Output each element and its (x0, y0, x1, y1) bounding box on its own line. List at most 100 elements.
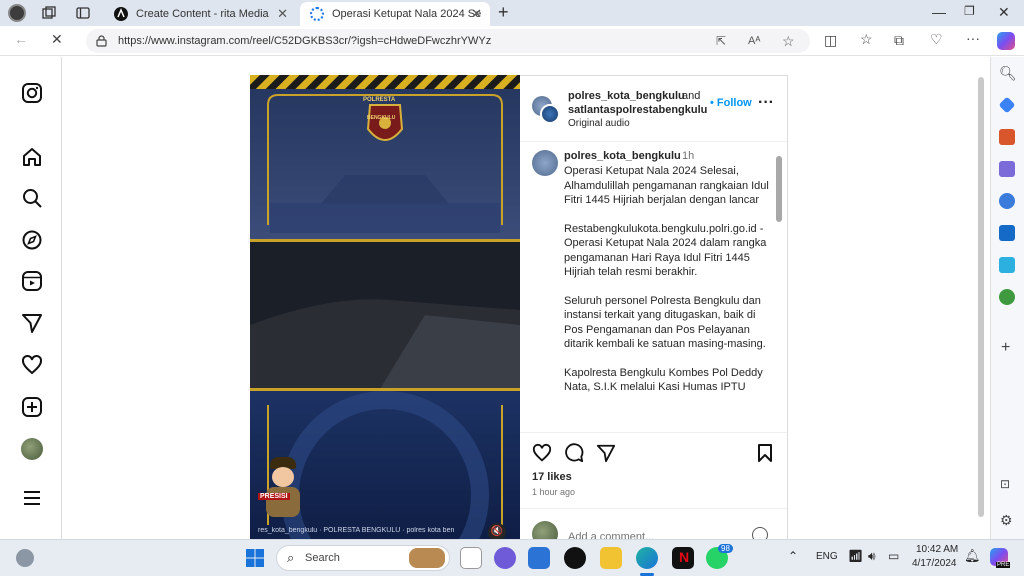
browser-essentials-icon[interactable]: ♡ (930, 31, 943, 48)
battery-icon[interactable]: ▭ (888, 549, 899, 563)
instagram-logo-icon[interactable] (21, 82, 43, 104)
close-tab-icon[interactable]: ✕ (277, 6, 288, 22)
tree-icon[interactable] (999, 289, 1015, 305)
close-tab-icon[interactable]: ✕ (471, 6, 482, 22)
profile-avatar[interactable] (21, 438, 43, 460)
tab-title: Create Content - rita Media (136, 8, 269, 20)
tab-create-content[interactable]: Create Content - rita Media ✕ (106, 2, 296, 26)
task-view-icon[interactable] (460, 547, 482, 569)
store-icon[interactable] (528, 547, 550, 569)
notifications-heart-icon[interactable] (21, 354, 43, 376)
wifi-icon[interactable]: 📶︎ (848, 549, 863, 563)
post-stage: POLRESTA BENGKULU PRESISI res_kota_bengk… (62, 57, 990, 539)
page-scrollbar[interactable] (978, 77, 984, 517)
messages-icon[interactable] (21, 312, 43, 334)
search-label: Search (305, 552, 340, 564)
profile-avatar[interactable] (8, 4, 26, 22)
tab-instagram-reel[interactable]: Operasi Ketupat Nala 2024 Seles ✕ (300, 2, 490, 26)
workspaces-icon[interactable] (42, 6, 56, 20)
like-heart-icon[interactable] (532, 443, 552, 463)
copilot-icon[interactable] (997, 32, 1015, 50)
comment-icon[interactable] (564, 443, 584, 463)
tab-bar: Create Content - rita Media ✕ Operasi Ke… (0, 0, 1024, 26)
coauthor-avatar[interactable] (540, 104, 560, 124)
search-icon[interactable]: 🔍︎ (999, 65, 1017, 82)
clock-time[interactable]: 10:42 AM (916, 544, 958, 555)
mascot-image: PRESISI (258, 453, 308, 523)
notification-bell-icon[interactable]: 🔔︎ (964, 548, 981, 564)
explore-icon[interactable] (21, 229, 43, 251)
settings-more-icon[interactable]: ··· (966, 30, 980, 46)
stop-loading-icon[interactable]: ✕ (51, 31, 63, 48)
file-explorer-icon[interactable] (600, 547, 622, 569)
and-text: and (682, 90, 701, 102)
open-in-app-icon[interactable]: ⇱ (716, 29, 726, 53)
start-windows-icon[interactable] (246, 549, 264, 567)
new-tab-icon[interactable]: + (498, 2, 509, 23)
search-icon: ⌕ (287, 550, 295, 565)
save-bookmark-icon[interactable] (756, 443, 774, 463)
caption-scrollbar[interactable] (776, 156, 782, 222)
create-post-icon[interactable] (21, 396, 43, 418)
author-name[interactable]: polres_kota_bengkulu (568, 90, 685, 102)
search-icon[interactable] (21, 187, 43, 209)
meet-icon[interactable] (494, 547, 516, 569)
site-info-icon[interactable] (96, 35, 107, 47)
restore-icon[interactable]: ❐ (964, 4, 975, 18)
minimize-icon[interactable]: — (932, 4, 946, 20)
badge-bottom-text: BENGKULU (367, 115, 396, 121)
weather-icon[interactable] (16, 549, 34, 567)
screenshot-icon[interactable]: ⊡ (1000, 477, 1010, 491)
follow-button[interactable]: • Follow (710, 97, 752, 109)
favorites-icon[interactable]: ☆ (860, 31, 873, 48)
tab-title: Operasi Ketupat Nala 2024 Seles (332, 8, 482, 20)
taskbar-search[interactable]: ⌕ Search (276, 545, 450, 571)
tag-icon[interactable] (998, 96, 1016, 114)
send-icon[interactable] (999, 257, 1015, 273)
edge-icon[interactable] (636, 547, 658, 569)
netflix-icon[interactable]: N (672, 547, 694, 569)
games-icon[interactable] (999, 161, 1015, 177)
mascot-label: PRESISI (258, 493, 290, 500)
close-window-icon[interactable]: ✕ (998, 4, 1010, 21)
caption-avatar[interactable] (532, 150, 558, 176)
more-menu-icon[interactable] (21, 487, 43, 509)
reels-icon[interactable] (21, 270, 43, 292)
tab-actions-icon[interactable] (76, 6, 90, 20)
add-app-icon[interactable]: + (1001, 339, 1010, 357)
favorite-star-icon[interactable]: ☆ (782, 29, 795, 53)
show-hidden-icons[interactable]: ⌃ (788, 549, 798, 563)
collections-icon[interactable]: ⧉ (894, 32, 904, 49)
clock-date[interactable]: 4/17/2024 (912, 558, 957, 569)
comment-bar: Add a comment... (520, 508, 787, 539)
caption-paragraph: Restabengkulukota.bengkulu.polri.go.id -… (564, 222, 767, 279)
tools-icon[interactable] (999, 129, 1015, 145)
more-options-icon[interactable]: ··· (758, 94, 774, 112)
emoji-icon[interactable] (752, 527, 768, 539)
copilot-apps-icon[interactable] (999, 193, 1015, 209)
back-icon[interactable]: ← (14, 31, 28, 47)
commenter-avatar (532, 521, 558, 539)
tiktok-icon[interactable] (564, 547, 586, 569)
url-field[interactable]: https://www.instagram.com/reel/C52DGKBS3… (86, 29, 810, 53)
audio-label[interactable]: Original audio (568, 118, 630, 129)
settings-gear-icon[interactable]: ⚙ (1000, 512, 1013, 529)
copilot-badge: PRE (996, 562, 1011, 568)
mute-icon[interactable]: 🔇 (488, 523, 506, 539)
caption-author[interactable]: polres_kota_bengkulu (564, 150, 681, 162)
share-icon[interactable] (596, 443, 616, 463)
volume-icon[interactable]: 🔊︎ (868, 549, 876, 564)
outlook-icon[interactable] (999, 225, 1015, 241)
coauthor-name[interactable]: satlantaspolrestabengkulu (568, 104, 707, 116)
comment-input[interactable]: Add a comment... (568, 531, 654, 539)
search-highlight-image (409, 548, 445, 568)
split-screen-icon[interactable]: ◫ (824, 32, 837, 49)
video-caption-text: res_kota_bengkulu · POLRESTA BENGKULU · … (258, 527, 455, 534)
language-indicator[interactable]: ENG (816, 551, 838, 562)
read-aloud-icon[interactable]: Aᴬ (748, 29, 760, 53)
reel-video[interactable]: POLRESTA BENGKULU PRESISI res_kota_bengk… (250, 75, 520, 539)
post-time: 1 hour ago (532, 487, 576, 497)
home-icon[interactable] (21, 146, 43, 168)
whatsapp-badge: 98 (718, 544, 733, 553)
likes-count[interactable]: 17 likes (532, 471, 572, 483)
